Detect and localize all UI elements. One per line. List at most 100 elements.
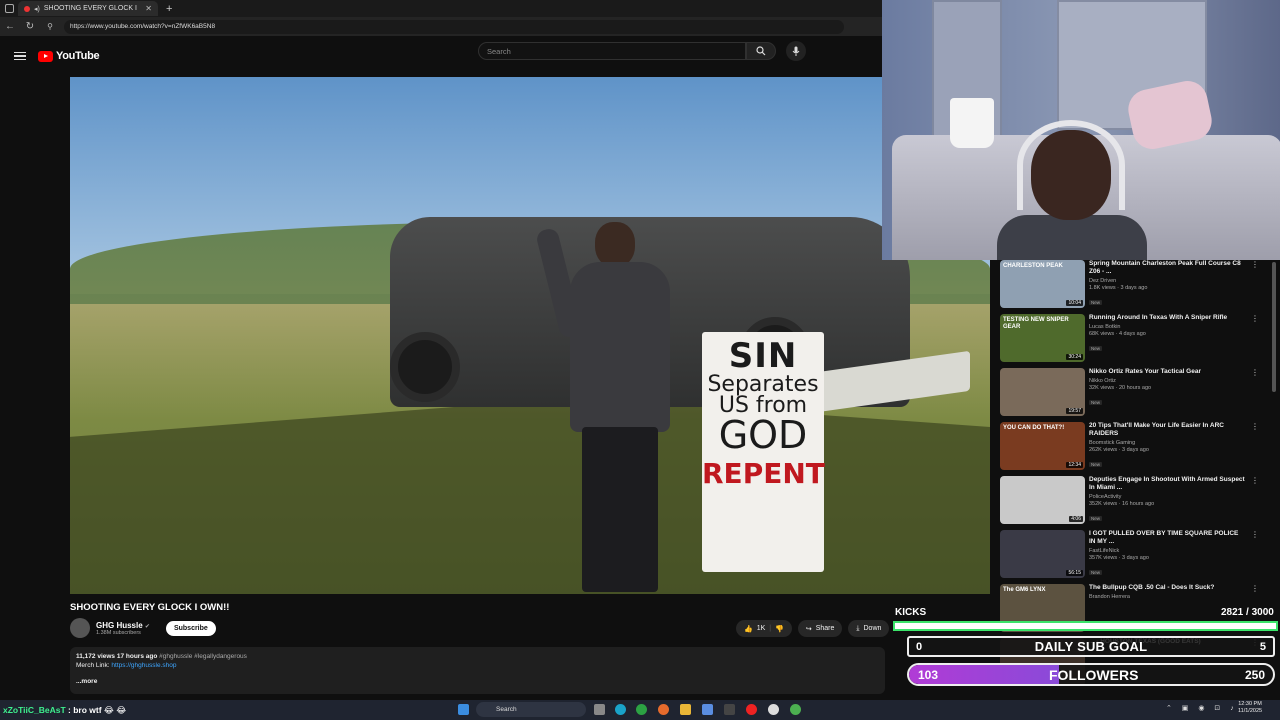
taskbar-clock[interactable]: 12:30 PM 11/1/2025: [1238, 701, 1262, 715]
recommendation-thumbnail[interactable]: 19:57: [1000, 368, 1085, 416]
shooter-figure: [535, 222, 680, 592]
new-tab-icon[interactable]: +: [166, 3, 172, 15]
url-field[interactable]: https://www.youtube.com/watch?v=nZfWK6aB…: [64, 19, 844, 34]
video-player[interactable]: SIN Separates US from GOD REPENT: [70, 77, 990, 594]
recommendation-thumbnail[interactable]: 4:06: [1000, 476, 1085, 524]
recommendation-channel[interactable]: Lucas Botkin: [1089, 324, 1259, 330]
more-options-icon[interactable]: ⋮: [1251, 422, 1259, 431]
site-info-icon[interactable]: ⚲: [44, 22, 56, 31]
system-tray[interactable]: ⌃ ▣ ◉ ⊡ ♪: [1166, 704, 1238, 712]
recommendation-title[interactable]: Deputies Engage In Shootout With Armed S…: [1089, 476, 1259, 492]
description-box[interactable]: 11,172 views 17 hours ago #ghghussle #le…: [70, 647, 885, 694]
channel-name[interactable]: GHG Hussle ✔: [96, 621, 150, 630]
thumbnail-text: TESTING NEW SNIPER GEAR: [1003, 317, 1069, 330]
recommendation-info: 20 Tips That'll Make Your Life Easier In…: [1089, 422, 1259, 476]
tab-title: SHOOTING EVERY GLOCK I: [43, 5, 137, 12]
channel-avatar[interactable]: [70, 618, 90, 638]
chrome-icon[interactable]: [790, 704, 801, 715]
followers-target: 250: [1244, 668, 1265, 682]
recommendation-channel[interactable]: Nikko Ortiz: [1089, 378, 1259, 384]
share-button[interactable]: ↪ Share: [797, 620, 843, 637]
recommendation-item[interactable]: 4:06 Deputies Engage In Shootout With Arm…: [1000, 476, 1272, 530]
like-button[interactable]: 👍 1K | 👎: [736, 620, 792, 637]
xbox-icon[interactable]: [636, 704, 647, 715]
thumbs-down-icon[interactable]: 👎: [775, 625, 784, 633]
youtube-logo[interactable]: YouTube: [38, 50, 100, 62]
recommendation-meta: 352K views · 16 hours ago: [1089, 501, 1155, 508]
store-icon[interactable]: [702, 704, 713, 715]
video-title: SHOOTING EVERY GLOCK I OWN!!: [70, 602, 230, 613]
menu-hamburger-icon[interactable]: [14, 51, 26, 61]
share-label: Share: [815, 625, 835, 632]
webcam-overlay: [882, 0, 1280, 260]
chat-username: xZoTiiC_BeAsT: [3, 705, 66, 715]
followers-goal: 103 FOLLOWERS 250: [907, 663, 1275, 686]
subscribe-button[interactable]: Subscribe: [165, 620, 216, 636]
kicks-value: 2821 / 3000: [1221, 607, 1274, 618]
windows-start-icon[interactable]: [458, 704, 469, 715]
recommendation-item[interactable]: 19:57 Nikko Ortiz Rates Your Tactical Gea…: [1000, 368, 1272, 422]
recommendation-channel[interactable]: PoliceActivity: [1089, 494, 1259, 500]
reload-icon[interactable]: ↻: [24, 21, 36, 32]
download-button[interactable]: ⤓ Down: [848, 620, 890, 637]
edge-icon[interactable]: [615, 704, 626, 715]
firefox-icon[interactable]: [658, 704, 669, 715]
obs-icon[interactable]: [768, 704, 779, 715]
download-label: Down: [863, 625, 882, 632]
youtube-app-icon[interactable]: [746, 704, 757, 715]
hashtags[interactable]: #ghghussle #legallydangerous: [159, 653, 247, 660]
more-options-icon[interactable]: ⋮: [1251, 368, 1259, 377]
recommendation-title[interactable]: Running Around In Texas With A Sniper Ri…: [1089, 314, 1259, 322]
recommendation-title[interactable]: The Bullpup CQB .50 Cal - Does It Suck?: [1089, 584, 1259, 592]
recommendation-thumbnail[interactable]: 56:15: [1000, 530, 1085, 578]
more-options-icon[interactable]: ⋮: [1251, 476, 1259, 485]
voice-search-button[interactable]: [786, 41, 806, 61]
more-options-icon[interactable]: ⋮: [1251, 314, 1259, 323]
show-more-link[interactable]: ...more: [76, 677, 879, 686]
more-options-icon[interactable]: ⋮: [1251, 260, 1259, 269]
recommendation-channel[interactable]: Brandon Herrera: [1089, 594, 1259, 600]
file-explorer-icon[interactable]: [680, 704, 691, 715]
task-view-icon[interactable]: [594, 704, 605, 715]
recommendation-channel[interactable]: FastLifeNick: [1089, 548, 1259, 554]
more-options-icon[interactable]: ⋮: [1251, 530, 1259, 539]
recommendation-title[interactable]: 20 Tips That'll Make Your Life Easier In…: [1089, 422, 1259, 438]
window-menu-icon[interactable]: [5, 4, 14, 13]
video-duration: 56:15: [1066, 570, 1083, 576]
more-options-icon[interactable]: ⋮: [1251, 584, 1259, 593]
recommendation-channel[interactable]: Dez Driven: [1089, 278, 1259, 284]
recommendation-title[interactable]: Spring Mountain Charleston Peak Full Cou…: [1089, 260, 1259, 276]
recommendation-title[interactable]: Nikko Ortiz Rates Your Tactical Gear: [1089, 368, 1259, 376]
new-badge: New: [1089, 300, 1103, 306]
recommendation-thumbnail[interactable]: TESTING NEW SNIPER GEAR 30:24: [1000, 314, 1085, 362]
browser-tab[interactable]: ◂) SHOOTING EVERY GLOCK I ✕: [18, 1, 158, 16]
recommendation-thumbnail[interactable]: CHARLESTON PEAK 10:04: [1000, 260, 1085, 308]
recommendation-item[interactable]: TESTING NEW SNIPER GEAR 30:24 Running Arou…: [1000, 314, 1272, 368]
video-duration: 10:04: [1066, 300, 1083, 306]
recommendation-channel[interactable]: Boomstick Gaming: [1089, 440, 1259, 446]
new-badge: New: [1089, 400, 1103, 406]
speaker-icon[interactable]: ◂): [34, 5, 40, 13]
streamer: [997, 120, 1147, 260]
video-duration: 30:24: [1066, 354, 1083, 360]
recommendation-title[interactable]: I GOT PULLED OVER BY TIME SQUARE POLICE …: [1089, 530, 1259, 546]
recommendation-info: Nikko Ortiz Rates Your Tactical Gear Nikk…: [1089, 368, 1259, 422]
taskbar-search[interactable]: Search: [476, 702, 586, 717]
recommendation-item[interactable]: YOU CAN DO THAT?! 12:34 20 Tips That'll Ma…: [1000, 422, 1272, 476]
followers-label: FOLLOWERS: [1049, 667, 1139, 683]
back-arrow-icon[interactable]: ←: [4, 21, 16, 32]
clock-time: 12:30 PM: [1238, 701, 1262, 707]
close-tab-icon[interactable]: ✕: [145, 4, 152, 13]
recommendation-item[interactable]: CHARLESTON PEAK 10:04 Spring Mountain Char…: [1000, 260, 1272, 314]
recommendation-info: Deputies Engage In Shootout With Armed S…: [1089, 476, 1259, 530]
kicks-label: KICKS: [895, 607, 927, 618]
search-input[interactable]: Search: [478, 42, 746, 60]
app-icon[interactable]: [724, 704, 735, 715]
recommendation-thumbnail[interactable]: YOU CAN DO THAT?! 12:34: [1000, 422, 1085, 470]
mug: [950, 98, 994, 148]
merch-link[interactable]: https://ghghussle.shop: [111, 662, 176, 669]
search-button[interactable]: [746, 42, 776, 60]
recommendation-item[interactable]: 56:15 I GOT PULLED OVER BY TIME SQUARE PO…: [1000, 530, 1272, 584]
recommendations-scrollbar[interactable]: [1272, 262, 1276, 392]
thumbnail-text: CHARLESTON PEAK: [1003, 263, 1063, 269]
